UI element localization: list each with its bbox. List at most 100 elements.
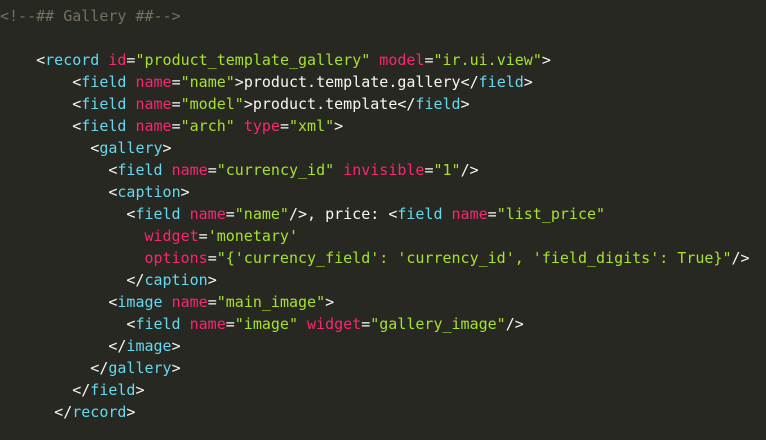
code-line[interactable]: <field name="name"/>, price: <field name…	[0, 203, 605, 225]
code-line[interactable]: <!--## Gallery ##-->	[0, 5, 181, 27]
xml-attribute-value: "1"	[433, 161, 461, 179]
xml-attribute-name: name	[135, 117, 172, 135]
punctuation: >	[162, 139, 172, 157]
xml-tag-name: image	[117, 293, 163, 311]
code-line[interactable]: options="{'currency_field': 'currency_id…	[0, 247, 749, 269]
punctuation: </	[108, 337, 127, 355]
xml-attribute-name: model	[379, 51, 425, 69]
punctuation: >	[207, 271, 217, 289]
code-line[interactable]: <field name="name">product.template.gall…	[0, 71, 533, 93]
punctuation	[443, 205, 452, 223]
xml-text-content: product.template.gallery	[243, 73, 461, 91]
punctuation: <	[72, 117, 82, 135]
punctuation: >	[334, 117, 344, 135]
code-line[interactable]: <gallery>	[0, 137, 172, 159]
punctuation: >	[234, 73, 244, 91]
xml-attribute-name: name	[135, 73, 172, 91]
punctuation: />	[505, 315, 524, 333]
punctuation: />	[288, 205, 308, 223]
xml-tag-name: field	[81, 95, 127, 113]
punctuation: <	[90, 139, 100, 157]
punctuation: >	[523, 73, 533, 91]
punctuation: =	[171, 73, 181, 91]
code-line[interactable]: <field name="model">product.template</fi…	[0, 93, 470, 115]
xml-attribute-value: "xml"	[288, 117, 335, 135]
punctuation: <	[388, 205, 398, 223]
xml-text-content: , price:	[307, 205, 389, 223]
punctuation: >	[180, 183, 190, 201]
punctuation: <	[72, 95, 82, 113]
code-line[interactable]: </record>	[0, 401, 135, 423]
punctuation	[99, 51, 108, 69]
punctuation	[163, 293, 172, 311]
code-line[interactable]: <field name="arch" type="xml">	[0, 115, 343, 137]
xml-attribute-value: "currency_id"	[216, 161, 335, 179]
xml-tag-name: field	[81, 73, 127, 91]
code-line[interactable]: <field name="image" widget="gallery_imag…	[0, 313, 524, 335]
xml-attribute-value: "model"	[180, 95, 244, 113]
code-line[interactable]: </image>	[0, 335, 181, 357]
code-line[interactable]: <caption>	[0, 181, 190, 203]
punctuation: </	[54, 403, 73, 421]
punctuation: =	[279, 117, 289, 135]
xml-attribute-name: options	[144, 249, 208, 267]
xml-attribute-value: "ir.ui.view"	[433, 51, 542, 69]
punctuation: <	[72, 73, 82, 91]
punctuation: >	[126, 403, 136, 421]
code-line[interactable]: <field name="currency_id" invisible="1"/…	[0, 159, 479, 181]
punctuation: =	[207, 293, 217, 311]
punctuation: </	[72, 381, 91, 399]
punctuation: >	[541, 51, 551, 69]
xml-attribute-value: "list_price"	[496, 205, 606, 223]
xml-attribute-name: name	[171, 293, 208, 311]
xml-attribute-name: type	[243, 117, 280, 135]
xml-tag-name: field	[415, 95, 461, 113]
punctuation: =	[361, 315, 371, 333]
punctuation	[235, 117, 244, 135]
xml-attribute-name: name	[451, 205, 488, 223]
xml-tag-name: field	[90, 381, 136, 399]
punctuation: >	[460, 95, 470, 113]
xml-attribute-value: "gallery_image"	[370, 315, 506, 333]
xml-attribute-name: widget	[144, 227, 199, 245]
xml-attribute-value: 'monetary'	[207, 227, 298, 245]
code-line[interactable]: <record id="product_template_gallery" mo…	[0, 49, 551, 71]
xml-attribute-name: name	[189, 205, 226, 223]
xml-tag-name: gallery	[99, 139, 163, 157]
code-line[interactable]: </caption>	[0, 269, 217, 291]
xml-attribute-value: "image"	[234, 315, 298, 333]
xml-attribute-value: "product_template_gallery"	[135, 51, 371, 69]
code-line[interactable]: </gallery>	[0, 357, 181, 379]
xml-tag-name: field	[135, 315, 181, 333]
xml-tag-name: record	[72, 403, 127, 421]
code-line[interactable]: </field>	[0, 379, 144, 401]
punctuation: =	[171, 117, 181, 135]
code-editor[interactable]: <!--## Gallery ##--> <record id="product_…	[0, 0, 766, 440]
xml-tag-name: image	[126, 337, 172, 355]
xml-attribute-value: "name"	[180, 73, 235, 91]
xml-text-content: product.template	[252, 95, 398, 113]
xml-attribute-name: name	[171, 161, 208, 179]
xml-tag-name: field	[117, 161, 163, 179]
punctuation: >	[243, 95, 253, 113]
punctuation: =	[171, 95, 181, 113]
xml-tag-name: caption	[144, 271, 208, 289]
xml-tag-name: field	[478, 73, 524, 91]
punctuation	[163, 161, 172, 179]
punctuation: >	[171, 337, 181, 355]
code-line[interactable]: widget='monetary'	[0, 225, 298, 247]
xml-tag-name: record	[45, 51, 100, 69]
xml-attribute-value: "name"	[234, 205, 289, 223]
punctuation	[334, 161, 343, 179]
punctuation: >	[135, 381, 145, 399]
punctuation: >	[171, 359, 181, 377]
punctuation: />	[460, 161, 479, 179]
xml-attribute-name: invisible	[343, 161, 425, 179]
punctuation: =	[487, 205, 497, 223]
xml-tag-name: field	[81, 117, 127, 135]
xml-tag-name: field	[135, 205, 181, 223]
xml-attribute-name: widget	[307, 315, 362, 333]
punctuation: =	[198, 227, 208, 245]
punctuation	[181, 315, 190, 333]
code-line[interactable]: <image name="main_image">	[0, 291, 334, 313]
